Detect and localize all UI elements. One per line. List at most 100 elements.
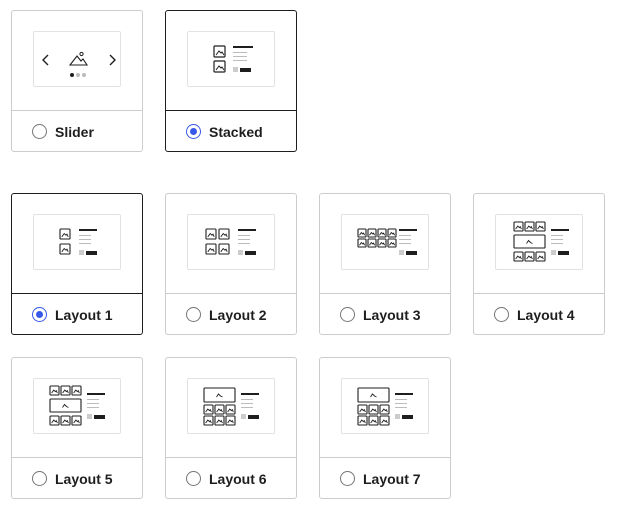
radio-row[interactable]: Stacked <box>166 111 296 151</box>
button-bar <box>86 251 97 255</box>
chevron-left-icon <box>42 54 49 66</box>
text-line <box>551 239 563 240</box>
option-label: Layout 1 <box>55 307 113 323</box>
radio-row[interactable]: Layout 7 <box>320 458 450 498</box>
preview-area <box>12 11 142 110</box>
image-icon <box>49 415 60 426</box>
option-label: Layout 4 <box>517 307 575 323</box>
radio-layout-2[interactable] <box>186 307 201 322</box>
option-card-layout-4[interactable]: Layout 4 <box>473 193 605 335</box>
title-line <box>241 393 259 395</box>
text-line <box>395 403 407 404</box>
text-line <box>233 60 247 61</box>
text-line <box>87 407 99 408</box>
image-icon <box>214 415 225 426</box>
option-card-stacked[interactable]: Stacked <box>165 10 297 152</box>
option-label: Slider <box>55 124 94 140</box>
stacked-preview-graphic <box>213 45 253 73</box>
price-box <box>233 67 238 72</box>
layout-7-preview <box>341 378 429 434</box>
text-line <box>233 56 247 57</box>
image-icon <box>203 387 236 403</box>
image-icon <box>203 415 214 426</box>
radio-layout-5[interactable] <box>32 471 47 486</box>
image-icon <box>377 228 387 238</box>
option-card-layout-2[interactable]: Layout 2 <box>165 193 297 335</box>
radio-row[interactable]: Layout 5 <box>12 458 142 498</box>
layout-4-preview-graphic <box>513 221 569 262</box>
option-card-layout-7[interactable]: Layout 7 <box>319 357 451 499</box>
radio-layout-6[interactable] <box>186 471 201 486</box>
radio-row[interactable]: Layout 1 <box>12 294 142 334</box>
price-box <box>79 250 84 255</box>
image-icon <box>368 404 379 415</box>
price-box <box>238 250 243 255</box>
image-icon <box>367 228 377 238</box>
button-bar <box>402 415 413 419</box>
option-card-layout-1[interactable]: Layout 1 <box>11 193 143 335</box>
image-icon <box>60 385 71 396</box>
image-icon <box>49 385 60 396</box>
text-line <box>551 243 563 244</box>
image-icon <box>379 404 390 415</box>
image-icon <box>379 415 390 426</box>
image-icon <box>71 415 82 426</box>
button-bar <box>245 251 256 255</box>
option-card-layout-3[interactable]: Layout 3 <box>319 193 451 335</box>
image-icon <box>49 398 82 413</box>
option-card-layout-6[interactable]: Layout 6 <box>165 357 297 499</box>
layout-2-preview <box>187 214 275 270</box>
radio-row[interactable]: Layout 3 <box>320 294 450 334</box>
layout-5-preview <box>33 378 121 434</box>
price-box <box>241 414 246 419</box>
preview-area <box>166 194 296 293</box>
image-icon <box>225 404 236 415</box>
option-card-slider[interactable]: Slider <box>11 10 143 152</box>
layout-4-preview <box>495 214 583 270</box>
radio-stacked[interactable] <box>186 124 201 139</box>
layout-3-preview <box>341 214 429 270</box>
radio-row[interactable]: Layout 4 <box>474 294 604 334</box>
title-line <box>233 46 253 48</box>
dot <box>76 73 80 77</box>
image-icon <box>59 243 71 255</box>
preview-area <box>12 358 142 457</box>
image-icon <box>218 243 230 255</box>
image-icon <box>513 251 524 262</box>
image-icon <box>387 228 397 238</box>
image-icon <box>357 228 367 238</box>
button-bar <box>94 415 105 419</box>
slider-preview <box>33 31 121 87</box>
image-icon <box>377 238 387 248</box>
layout-5-preview-graphic <box>49 385 105 426</box>
radio-slider[interactable] <box>32 124 47 139</box>
option-label: Layout 6 <box>209 471 267 487</box>
title-line <box>79 229 97 231</box>
price-box <box>87 414 92 419</box>
radio-layout-7[interactable] <box>340 471 355 486</box>
radio-layout-1[interactable] <box>32 307 47 322</box>
preview-area <box>320 194 450 293</box>
title-line <box>87 393 105 395</box>
image-icon <box>218 228 230 240</box>
price-box <box>399 250 404 255</box>
dot <box>82 73 86 77</box>
title-line <box>238 229 256 231</box>
image-icon <box>213 60 226 73</box>
option-card-layout-5[interactable]: Layout 5 <box>11 357 143 499</box>
radio-layout-4[interactable] <box>494 307 509 322</box>
text-line <box>551 235 563 236</box>
text-line <box>233 52 247 53</box>
image-icon <box>357 404 368 415</box>
image-icon <box>213 45 226 58</box>
radio-row[interactable]: Layout 6 <box>166 458 296 498</box>
radio-row[interactable]: Layout 2 <box>166 294 296 334</box>
image-icon <box>524 221 535 232</box>
radio-row[interactable]: Slider <box>12 111 142 151</box>
radio-layout-3[interactable] <box>340 307 355 322</box>
image-icon <box>535 251 546 262</box>
image-icon <box>203 404 214 415</box>
button-bar <box>558 251 569 255</box>
text-line <box>87 399 99 400</box>
image-icon <box>225 415 236 426</box>
